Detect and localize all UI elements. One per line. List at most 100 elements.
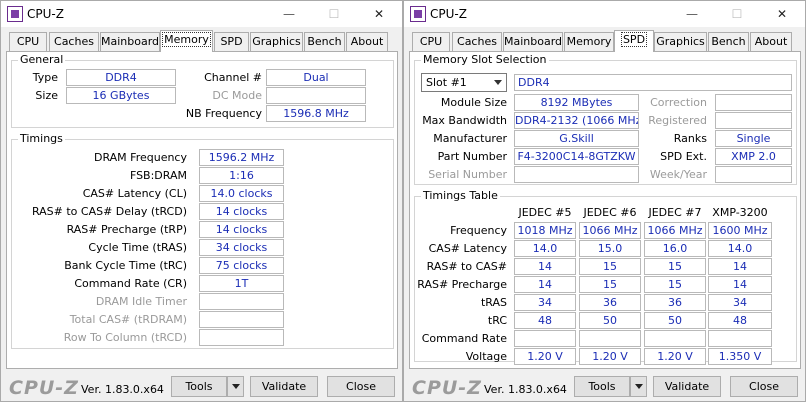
trcd-label: RAS# to CAS# Delay (tRCD) — [31, 205, 187, 218]
nb-frequency-label: NB Frequency — [185, 107, 262, 120]
slot-select[interactable]: Slot #1 — [421, 73, 507, 92]
dram-frequency-label: DRAM Frequency — [93, 151, 187, 164]
timings-cell: 1066 MHz — [644, 222, 706, 239]
dc-mode-label: DC Mode — [212, 89, 262, 102]
maximize-button[interactable]: ☐ — [319, 3, 349, 25]
serial-number-value — [514, 166, 639, 183]
title-bar[interactable]: CPU-Z — ☐ ✕ — [404, 1, 805, 27]
timings-cell: 1600 MHz — [708, 222, 772, 239]
tab-spd[interactable]: SPD — [214, 32, 249, 51]
week-year-label: Week/Year — [649, 168, 707, 181]
tras-value: 34 clocks — [199, 239, 284, 256]
close-button[interactable]: Close — [327, 376, 395, 397]
registered-label: Registered — [648, 114, 707, 127]
serial-number-label: Serial Number — [428, 168, 507, 181]
row-to-column-label: Row To Column (tRCD) — [63, 331, 187, 344]
tools-dropdown-arrow[interactable] — [630, 376, 647, 397]
cpuz-window-memory: CPU-Z — ☐ ✕ CPU Caches Mainboard Memory … — [0, 0, 403, 402]
cpuz-app-icon — [410, 6, 426, 22]
channel-label: Channel # — [204, 71, 262, 84]
timings-cell: 15 — [644, 258, 706, 275]
maximize-button[interactable]: ☐ — [722, 3, 752, 25]
tools-dropdown-arrow[interactable] — [227, 376, 244, 397]
module-size-value: 8192 MBytes — [514, 94, 639, 111]
tab-graphics[interactable]: Graphics — [250, 32, 303, 51]
tab-memory[interactable]: Memory — [564, 32, 614, 51]
timings-cell: 1.350 V — [708, 348, 772, 365]
tab-cpu[interactable]: CPU — [412, 32, 450, 51]
timings-cell — [644, 330, 706, 347]
spd-ext-value: XMP 2.0 — [715, 148, 792, 165]
tab-mainboard[interactable]: Mainboard — [100, 32, 160, 51]
tras-label: Cycle Time (tRAS) — [88, 241, 187, 254]
column-xmp-3200: XMP-3200 — [712, 206, 768, 219]
module-size-label: Module Size — [440, 96, 507, 109]
tab-caches[interactable]: Caches — [49, 32, 99, 51]
size-value: 16 GBytes — [66, 87, 176, 104]
timings-cell: 50 — [644, 312, 706, 329]
minimize-button[interactable]: — — [274, 3, 304, 25]
timings-row-label: tRC — [487, 314, 507, 327]
trcd-value: 14 clocks — [199, 203, 284, 220]
tools-button[interactable]: Tools — [171, 376, 227, 397]
registered-value — [715, 112, 792, 129]
tab-spd[interactable]: SPD — [614, 30, 654, 52]
timings-cell: 1.20 V — [579, 348, 641, 365]
timings-cell — [514, 330, 576, 347]
manufacturer-value: G.Skill — [514, 130, 639, 147]
command-rate-label: Command Rate (CR) — [74, 277, 187, 290]
tab-graphics[interactable]: Graphics — [654, 32, 707, 51]
chevron-down-icon — [494, 80, 502, 85]
tab-about[interactable]: About — [346, 32, 388, 51]
timings-cell: 15 — [644, 276, 706, 293]
column-jedec-7: JEDEC #7 — [648, 206, 702, 219]
part-number-value: F4-3200C14-8GTZKW — [514, 148, 639, 165]
trc-value: 75 clocks — [199, 257, 284, 274]
fsb-dram-label: FSB:DRAM — [129, 169, 187, 182]
tab-memory[interactable]: Memory — [160, 30, 213, 52]
timings-cell: 14 — [514, 258, 576, 275]
timings-row-label: RAS# Precharge — [417, 278, 507, 291]
tab-caches[interactable]: Caches — [452, 32, 502, 51]
ranks-label: Ranks — [673, 132, 707, 145]
cpuz-logo: CPU-Z — [9, 377, 79, 399]
column-jedec-6: JEDEC #6 — [583, 206, 637, 219]
timings-cell: 16.0 — [644, 240, 706, 257]
tab-about[interactable]: About — [750, 32, 792, 51]
timings-cell: 14 — [514, 276, 576, 293]
close-window-button[interactable]: ✕ — [767, 3, 797, 25]
tools-button[interactable]: Tools — [574, 376, 630, 397]
tab-bench[interactable]: Bench — [708, 32, 749, 51]
minimize-button[interactable]: — — [677, 3, 707, 25]
memory-panel: General Type DDR4 Size 16 GBytes Channel… — [6, 51, 398, 369]
cas-latency-label: CAS# Latency (CL) — [82, 187, 187, 200]
validate-button[interactable]: Validate — [653, 376, 721, 397]
close-button[interactable]: Close — [730, 376, 798, 397]
fsb-dram-value: 1:16 — [199, 167, 284, 184]
dram-frequency-value: 1596.2 MHz — [199, 149, 284, 166]
max-bandwidth-value: DDR4-2132 (1066 MHz) — [514, 112, 639, 129]
window-title: CPU-Z — [27, 7, 64, 21]
memory-type-value: DDR4 — [514, 74, 792, 91]
timings-cell: 48 — [514, 312, 576, 329]
timings-row-label: tRAS — [480, 296, 507, 309]
validate-button[interactable]: Validate — [250, 376, 318, 397]
close-window-button[interactable]: ✕ — [364, 3, 394, 25]
tab-mainboard[interactable]: Mainboard — [503, 32, 563, 51]
timings-cell: 34 — [514, 294, 576, 311]
timings-cell — [579, 330, 641, 347]
timings-table-title: Timings Table — [421, 189, 500, 203]
part-number-label: Part Number — [437, 150, 507, 163]
spd-ext-label: SPD Ext. — [660, 150, 707, 163]
row-to-column-value — [199, 329, 284, 346]
timings-cell: 50 — [579, 312, 641, 329]
timings-row-label: Voltage — [465, 350, 507, 363]
tab-bench[interactable]: Bench — [304, 32, 345, 51]
timings-cell: 36 — [644, 294, 706, 311]
ranks-value: Single — [715, 130, 792, 147]
title-bar[interactable]: CPU-Z — ☐ ✕ — [1, 1, 402, 27]
tab-cpu[interactable]: CPU — [9, 32, 47, 51]
week-year-value — [715, 166, 792, 183]
slot-select-value: Slot #1 — [426, 76, 467, 89]
timings-cell: 14 — [708, 258, 772, 275]
